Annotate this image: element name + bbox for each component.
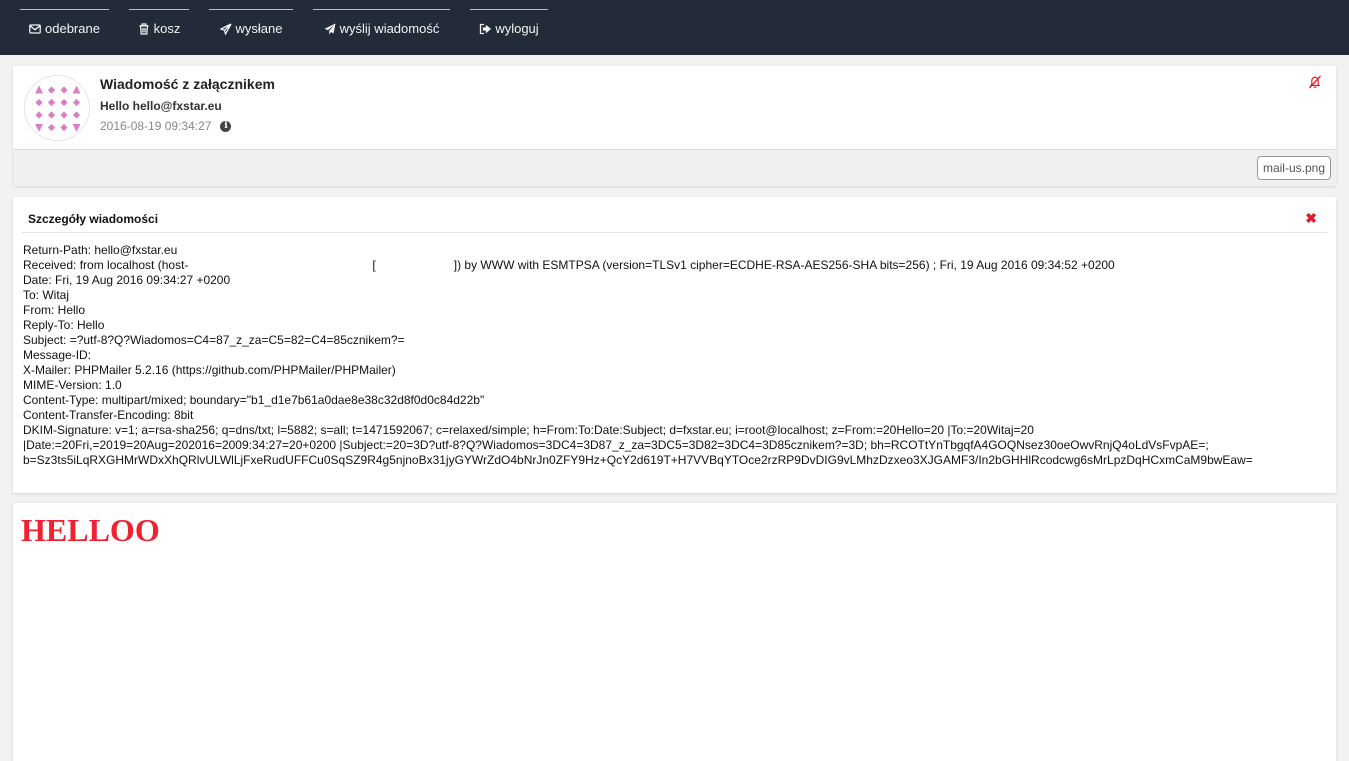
avatar-pattern-shape [60, 123, 68, 132]
avatar-pattern-shape [60, 86, 68, 94]
nav-trash-link[interactable]: kosz [129, 9, 189, 47]
avatar-pattern-shape [72, 98, 81, 107]
top-nav-bar: odebrane kosz wysłane wyślij wiadomość w… [0, 0, 1349, 55]
header-x-mailer: X-Mailer: PHPMailer 5.2.16 (https://gith… [23, 363, 396, 377]
attachment-button[interactable]: mail-us.png [1256, 156, 1331, 180]
message-header-card: Wiadomość z załącznikem Hello hello@fxst… [13, 66, 1336, 149]
message-sender: Hello hello@fxstar.eu [100, 99, 222, 113]
nav-logout-link[interactable]: wyloguj [470, 9, 548, 47]
avatar-pattern-shape [47, 111, 56, 119]
header-return-path: Return-Path: hello@fxstar.eu [23, 243, 178, 257]
trash-icon [139, 22, 149, 35]
attachments-bar: mail-us.png [13, 150, 1336, 186]
paper-plane-outline-icon [219, 22, 232, 35]
header-dkim-signature-3: b=Sz3ts5iLqRXGHMrWDxXhQRlvULWlLjFxeRudUF… [23, 453, 1253, 467]
avatar-pattern-shape [72, 124, 81, 132]
avatar-pattern-shape [47, 123, 56, 132]
avatar-pattern-shape [72, 111, 81, 119]
header-received-part-3: ]) by WWW with ESMTPSA (version=TLSv1 ci… [453, 258, 1115, 272]
header-dkim-signature-1: DKIM-Signature: v=1; a=rsa-sha256; q=dns… [23, 423, 1034, 437]
nav-compose-link[interactable]: wyślij wiadomość [313, 9, 450, 47]
header-content-type: Content-Type: multipart/mixed; boundary=… [23, 393, 485, 407]
divider [22, 232, 1327, 233]
email-headers: Return-Path: hello@fxstar.eu Received: f… [23, 243, 1323, 468]
avatar-pattern-shape [72, 85, 81, 94]
details-title: Szczegóły wiadomości [28, 212, 159, 226]
avatar-pattern-shape [35, 124, 43, 132]
header-date: Date: Fri, 19 Aug 2016 09:34:27 +0200 [23, 273, 231, 287]
message-date: 2016-08-19 09:34:27 [100, 119, 212, 133]
nav-trash-label: kosz [153, 21, 181, 36]
redacted-region [375, 258, 454, 273]
nav-sent-label: wysłane [235, 21, 283, 36]
avatar-pattern-shape [60, 111, 68, 119]
header-received: Received: from localhost (host- [ ]) by … [23, 258, 1323, 273]
sender-avatar [24, 75, 90, 141]
avatar-pattern-shape [60, 98, 68, 107]
avatar-pattern-shape [47, 86, 56, 94]
message-date-row: 2016-08-19 09:34:27 i [100, 119, 232, 133]
envelope-icon [29, 23, 41, 34]
paper-plane-icon [324, 23, 336, 34]
message-body-text: HELLOO [21, 512, 160, 548]
header-subject: Subject: =?utf-8?Q?Wiadomos=C4=87_z_za=C… [23, 333, 405, 347]
avatar-pattern-shape [35, 85, 43, 94]
redacted-region [188, 258, 373, 273]
avatar-pattern-shape [47, 98, 56, 107]
header-dkim-signature-2: |Date:=20Fri,=2019=20Aug=202016=2009:34:… [23, 438, 1209, 452]
message-subject: Wiadomość z załącznikem [100, 76, 275, 92]
nav-compose-label: wyślij wiadomość [339, 21, 440, 36]
sign-out-icon [480, 23, 492, 34]
message-details-card: Szczegóły wiadomości ✖ Return-Path: hell… [13, 197, 1336, 493]
header-message-id: Message-ID: [23, 348, 92, 362]
nav-inbox-label: odebrane [45, 21, 100, 36]
header-reply-to: Reply-To: Hello [23, 318, 105, 332]
bell-slash-icon[interactable] [1307, 74, 1323, 90]
nav-logout-label: wyloguj [495, 21, 539, 36]
header-received-part-1: Received: from localhost (host- [23, 258, 189, 272]
header-content-transfer-encoding: Content-Transfer-Encoding: 8bit [23, 408, 194, 422]
avatar-pattern-shape [35, 111, 43, 119]
nav-inbox-link[interactable]: odebrane [20, 9, 109, 47]
info-icon[interactable]: i [220, 120, 232, 132]
header-to: To: Witaj [23, 288, 70, 302]
close-icon[interactable]: ✖ [1305, 211, 1317, 225]
avatar-pattern-shape [35, 98, 43, 107]
header-mime-version: MIME-Version: 1.0 [23, 378, 122, 392]
nav-sent-link[interactable]: wysłane [209, 9, 293, 47]
message-body-card: HELLOO [13, 503, 1336, 761]
header-from: From: Hello [23, 303, 86, 317]
